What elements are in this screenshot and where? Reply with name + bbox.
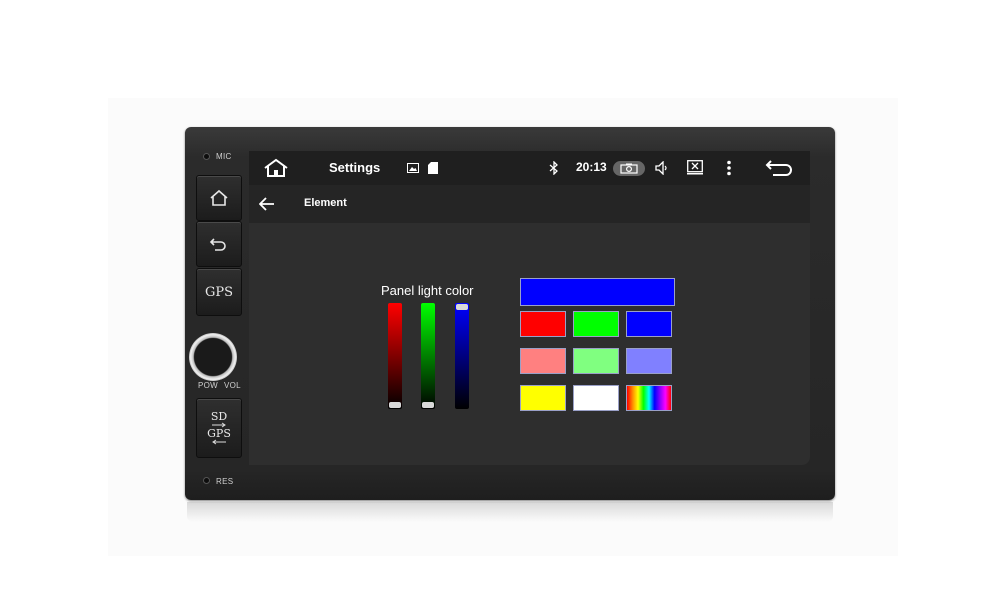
camera-icon[interactable]	[613, 161, 645, 176]
reset-hole[interactable]	[203, 477, 210, 484]
hw-gps-button[interactable]: GPS	[196, 268, 242, 316]
res-label: RES	[216, 477, 234, 486]
sd-card-icon	[428, 162, 438, 174]
gps-button-label: GPS	[204, 284, 234, 300]
swatch-yellow[interactable]	[520, 385, 566, 411]
page-title: Element	[304, 197, 347, 209]
green-slider-thumb[interactable]	[422, 402, 434, 408]
hw-home-button[interactable]	[196, 175, 242, 221]
selected-color-preview	[520, 278, 675, 306]
app-bar: Element	[249, 185, 810, 223]
arrow-left-small-icon	[212, 439, 226, 445]
clock: 20:13	[576, 160, 607, 174]
bluetooth-icon	[549, 161, 559, 175]
unit-reflection	[187, 502, 833, 522]
swatch-green[interactable]	[573, 311, 619, 337]
mic-hole	[203, 153, 210, 160]
panel-light-color-label: Panel light color	[381, 283, 474, 298]
power-volume-knob[interactable]	[189, 333, 237, 381]
sd-gps-label: GPS	[207, 427, 231, 440]
swatch-light-blue[interactable]	[626, 348, 672, 374]
home-outline-icon	[210, 189, 228, 206]
vol-label: VOL	[224, 381, 241, 390]
green-slider[interactable]	[421, 303, 435, 409]
swatch-blue[interactable]	[626, 311, 672, 337]
arrow-left-icon[interactable]	[259, 196, 275, 212]
swatch-white[interactable]	[573, 385, 619, 411]
home-icon[interactable]	[261, 156, 291, 180]
close-window-icon[interactable]	[687, 160, 703, 175]
swatch-light-red[interactable]	[520, 348, 566, 374]
mic-label: MIC	[216, 152, 232, 161]
swatch-red[interactable]	[520, 311, 566, 337]
hw-back-button[interactable]	[196, 221, 242, 267]
blue-slider[interactable]	[455, 303, 469, 409]
blue-slider-thumb[interactable]	[456, 304, 468, 310]
red-slider[interactable]	[388, 303, 402, 409]
undo-icon	[209, 238, 226, 251]
status-bar: Settings 20:13	[249, 151, 810, 185]
image-icon	[407, 163, 419, 173]
settings-title: Settings	[329, 160, 381, 175]
red-slider-thumb[interactable]	[389, 402, 401, 408]
more-vert-icon[interactable]	[726, 160, 732, 176]
volume-icon[interactable]	[655, 161, 669, 175]
back-icon[interactable]	[765, 159, 793, 177]
swatch-rainbow[interactable]	[626, 385, 672, 411]
hw-sd-gps-button[interactable]: SD GPS	[196, 398, 242, 458]
display-screen: Settings 20:13 Element	[249, 151, 810, 465]
swatch-light-green[interactable]	[573, 348, 619, 374]
sd-label: SD	[210, 410, 228, 423]
pow-label: POW	[198, 381, 219, 390]
